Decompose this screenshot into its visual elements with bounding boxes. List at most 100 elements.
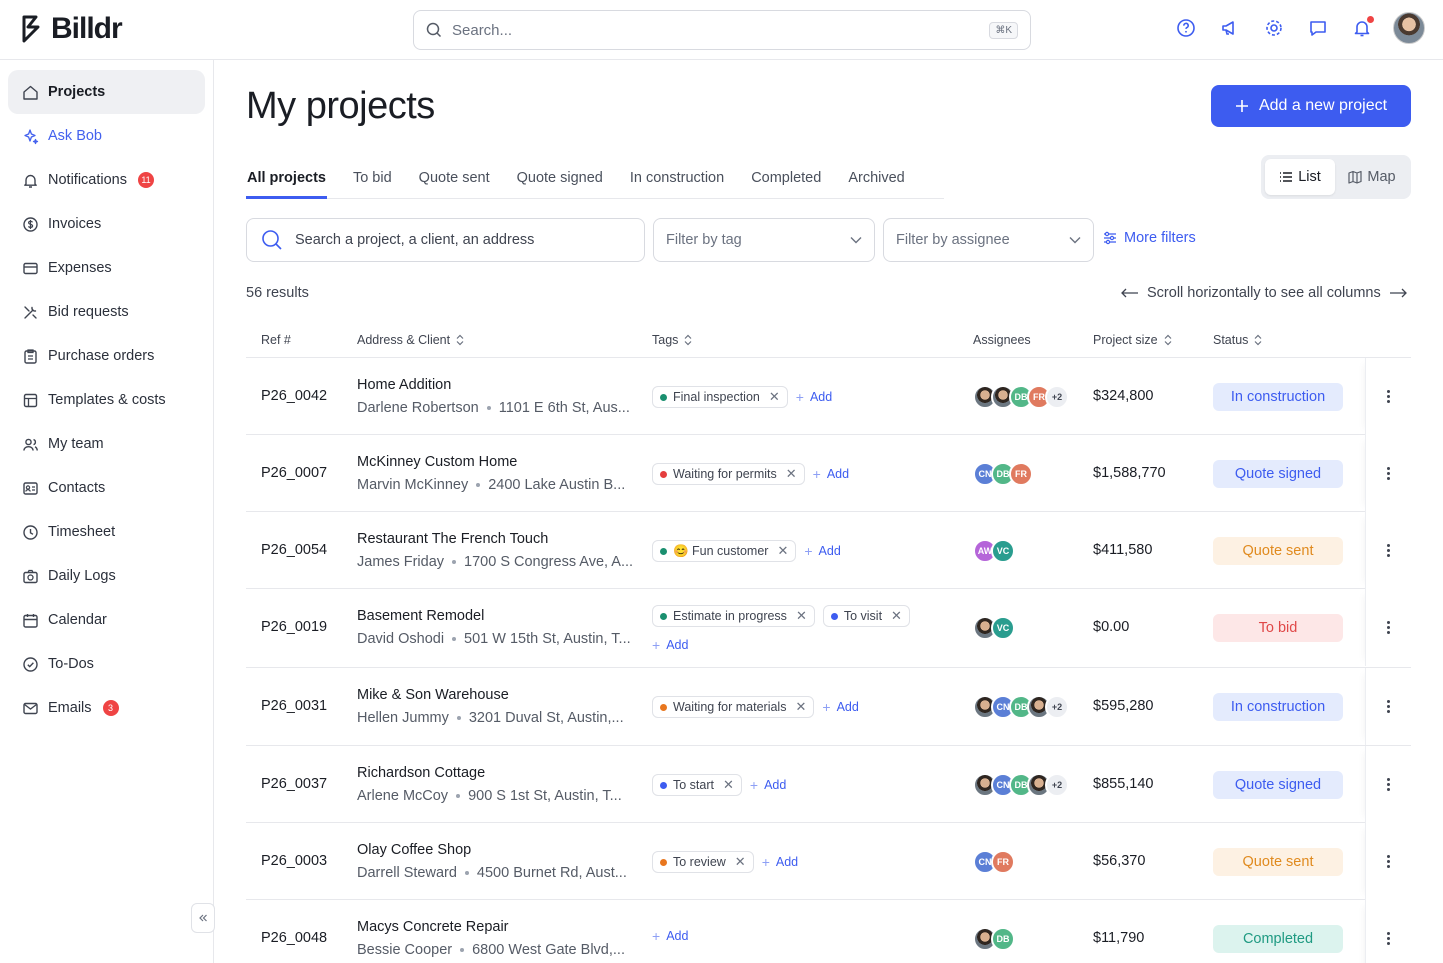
row-actions-menu[interactable] (1365, 435, 1411, 512)
remove-tag-icon[interactable]: ✕ (891, 608, 902, 624)
project-name[interactable]: Restaurant The French Touch (357, 531, 548, 547)
sidebar-item-projects[interactable]: Projects (8, 70, 205, 114)
tag-chip[interactable]: Estimate in progress ✕ (652, 605, 815, 627)
table-row[interactable]: P26_0054 Restaurant The French Touch James… (246, 512, 1411, 589)
project-name[interactable]: Macys Concrete Repair (357, 919, 509, 935)
add-tag-button[interactable]: + Add (822, 699, 858, 715)
list-view-button[interactable]: List (1265, 159, 1335, 195)
project-name[interactable]: Basement Remodel (357, 608, 484, 624)
row-actions-menu[interactable] (1365, 668, 1411, 745)
tab-quote-signed[interactable]: Quote signed (516, 163, 604, 199)
collapse-sidebar-button[interactable] (191, 903, 215, 933)
status-badge[interactable]: Quote sent (1213, 537, 1343, 565)
row-actions-menu[interactable] (1365, 900, 1411, 963)
table-row[interactable]: P26_0007 McKinney Custom Home Marvin McKin… (246, 435, 1411, 512)
assignees[interactable]: CN DB +2 (973, 773, 1069, 797)
tag-filter-select[interactable]: Filter by tag (653, 218, 875, 262)
tag-chip[interactable]: To review ✕ (652, 851, 754, 873)
assignees[interactable]: DB (973, 927, 1015, 951)
sidebar-item-emails[interactable]: Emails 3 (8, 686, 205, 730)
add-tag-button[interactable]: + Add (652, 637, 962, 653)
sidebar-item-bid-requests[interactable]: Bid requests (8, 290, 205, 334)
project-name[interactable]: Olay Coffee Shop (357, 842, 471, 858)
global-search[interactable]: Search... ⌘K (413, 10, 1031, 50)
tag-chip[interactable]: Final inspection ✕ (652, 386, 788, 408)
assignee-filter-select[interactable]: Filter by assignee (883, 218, 1094, 262)
remove-tag-icon[interactable]: ✕ (796, 608, 807, 624)
row-actions-menu[interactable] (1365, 823, 1411, 900)
more-filters-button[interactable]: More filters (1103, 230, 1196, 246)
status-badge[interactable]: Quote signed (1213, 460, 1343, 488)
col-size-sort[interactable]: Project size (1093, 333, 1172, 347)
remove-tag-icon[interactable]: ✕ (795, 699, 806, 715)
project-name[interactable]: Home Addition (357, 377, 451, 393)
sidebar-item-expenses[interactable]: Expenses (8, 246, 205, 290)
assignees[interactable]: CN DB +2 (973, 695, 1069, 719)
sidebar-item-purchase-orders[interactable]: Purchase orders (8, 334, 205, 378)
remove-tag-icon[interactable]: ✕ (786, 466, 797, 482)
sidebar-item-invoices[interactable]: Invoices (8, 202, 205, 246)
megaphone-icon[interactable] (1217, 15, 1243, 41)
add-project-button[interactable]: Add a new project (1211, 85, 1411, 127)
assignees[interactable]: CN DB FR (973, 462, 1033, 486)
remove-tag-icon[interactable]: ✕ (735, 854, 746, 870)
map-view-button[interactable]: Map (1337, 159, 1407, 195)
tab-archived[interactable]: Archived (847, 163, 905, 199)
tab-all-projects[interactable]: All projects (246, 163, 327, 199)
status-badge[interactable]: In construction (1213, 693, 1343, 721)
tab-quote-sent[interactable]: Quote sent (418, 163, 491, 199)
gear-icon[interactable] (1261, 15, 1287, 41)
assignees[interactable]: DB FR +2 (973, 385, 1069, 409)
row-actions-menu[interactable] (1365, 746, 1411, 823)
table-row[interactable]: P26_0048 Macys Concrete Repair Bessie Coop… (246, 900, 1411, 963)
sidebar-item-ask-bob[interactable]: Ask Bob (8, 114, 205, 158)
sidebar-item-timesheet[interactable]: Timesheet (8, 510, 205, 554)
sidebar-item-contacts[interactable]: Contacts (8, 466, 205, 510)
status-badge[interactable]: Completed (1213, 925, 1343, 953)
tag-chip[interactable]: Waiting for permits ✕ (652, 463, 805, 485)
logo[interactable]: Billdr (22, 14, 123, 44)
col-address-sort[interactable]: Address & Client (357, 333, 464, 347)
tag-chip[interactable]: 😊 Fun customer ✕ (652, 540, 797, 562)
add-tag-button[interactable]: + Add (750, 777, 786, 793)
col-status-sort[interactable]: Status (1213, 333, 1262, 347)
add-tag-button[interactable]: + Add (813, 466, 849, 482)
tab-in-construction[interactable]: In construction (629, 163, 725, 199)
table-row[interactable]: P26_0042 Home Addition Darlene Robertson 11… (246, 358, 1411, 435)
col-tags-sort[interactable]: Tags (652, 333, 692, 347)
project-name[interactable]: Richardson Cottage (357, 765, 485, 781)
table-row[interactable]: P26_0031 Mike & Son Warehouse Hellen Jummy… (246, 668, 1411, 746)
remove-tag-icon[interactable]: ✕ (723, 777, 734, 793)
sidebar-item-daily-logs[interactable]: Daily Logs (8, 554, 205, 598)
row-actions-menu[interactable] (1365, 358, 1411, 435)
row-actions-menu[interactable] (1365, 512, 1411, 589)
bell-icon[interactable] (1349, 15, 1375, 41)
status-badge[interactable]: Quote signed (1213, 771, 1343, 799)
table-row[interactable]: P26_0003 Olay Coffee Shop Darrell Steward 4… (246, 823, 1411, 900)
chat-icon[interactable] (1305, 15, 1331, 41)
assignees[interactable]: VC (973, 616, 1015, 640)
table-row[interactable]: P26_0037 Richardson Cottage Arlene McCoy 90… (246, 746, 1411, 823)
help-icon[interactable] (1173, 15, 1199, 41)
sidebar-item-notifications[interactable]: Notifications 11 (8, 158, 205, 202)
tag-chip[interactable]: Waiting for materials ✕ (652, 696, 815, 718)
tab-to-bid[interactable]: To bid (352, 163, 393, 199)
table-row[interactable]: P26_0019 Basement Remodel David Oshodi 501 … (246, 589, 1411, 668)
remove-tag-icon[interactable]: ✕ (769, 389, 780, 405)
global-search-placeholder[interactable]: Search... (452, 22, 989, 39)
project-search-input[interactable]: Search a project, a client, an address (246, 218, 645, 262)
sidebar-item-to-dos[interactable]: To-Dos (8, 642, 205, 686)
status-badge[interactable]: To bid (1213, 614, 1343, 642)
status-badge[interactable]: In construction (1213, 383, 1343, 411)
tab-completed[interactable]: Completed (750, 163, 822, 199)
tag-chip[interactable]: To visit ✕ (822, 605, 910, 627)
tag-chip[interactable]: To start ✕ (652, 774, 742, 796)
assignees[interactable]: CN FR (973, 850, 1015, 874)
add-tag-button[interactable]: + Add (652, 928, 688, 944)
status-badge[interactable]: Quote sent (1213, 848, 1343, 876)
add-tag-button[interactable]: + Add (804, 543, 840, 559)
project-name[interactable]: McKinney Custom Home (357, 454, 517, 470)
add-tag-button[interactable]: + Add (762, 854, 798, 870)
add-tag-button[interactable]: + Add (796, 389, 832, 405)
sidebar-item-templates-costs[interactable]: Templates & costs (8, 378, 205, 422)
